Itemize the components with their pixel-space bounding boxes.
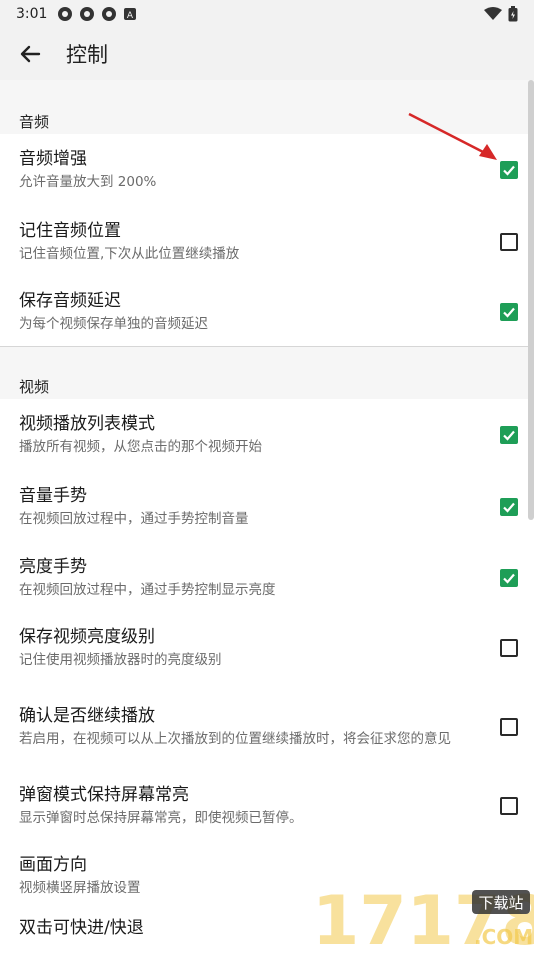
checkmark-icon — [503, 430, 515, 441]
setting-row-remember-audio-position[interactable]: 记住音频位置 记住音频位置,下次从此位置继续播放 — [0, 206, 534, 278]
scrollbar[interactable] — [528, 80, 534, 520]
save-audio-delay-checkbox[interactable] — [500, 303, 518, 321]
checkmark-icon — [503, 502, 515, 513]
checkmark-icon — [503, 573, 515, 584]
annotation-arrow-icon — [408, 112, 497, 160]
setting-row-video-playlist-mode[interactable]: 视频播放列表模式 播放所有视频，从您点击的那个视频开始 — [0, 399, 534, 471]
setting-subtitle: 允许音量放大到 200% — [19, 174, 157, 190]
back-arrow-icon — [20, 45, 41, 63]
setting-row-popup-keep-screen-on[interactable]: 弹窗模式保持屏幕常亮 显示弹窗时总保持屏幕常亮，即使视频已暂停。 — [0, 771, 534, 841]
back-button[interactable] — [0, 28, 60, 80]
setting-title: 保存视频亮度级别 — [19, 627, 155, 647]
setting-title: 保存音频延迟 — [19, 291, 121, 311]
save-brightness-level-checkbox[interactable] — [500, 639, 518, 657]
checkmark-icon — [503, 307, 515, 318]
setting-title: 画面方向 — [19, 855, 87, 875]
svg-text:下载站: 下载站 — [478, 894, 523, 912]
setting-row-save-audio-delay[interactable]: 保存音频延迟 为每个视频保存单独的音频延迟 — [0, 278, 534, 346]
setting-title: 弹窗模式保持屏幕常亮 — [19, 785, 189, 805]
wifi-icon — [484, 7, 502, 20]
setting-subtitle: 在视频回放过程中，通过手势控制显示亮度 — [19, 581, 276, 598]
setting-row-save-brightness-level[interactable]: 保存视频亮度级别 记住使用视频播放器时的亮度级别 — [0, 613, 534, 683]
setting-subtitle: 为每个视频保存单独的音频延迟 — [19, 316, 208, 332]
status-time: 3:01 — [16, 6, 48, 22]
brightness-gesture-checkbox[interactable] — [500, 568, 518, 587]
battery-icon — [508, 6, 518, 22]
popup-keep-screen-on-checkbox[interactable] — [500, 797, 518, 815]
app-notification-icon — [102, 7, 117, 21]
app-toolbar: 控制 — [0, 28, 534, 80]
setting-title: 音量手势 — [19, 485, 87, 506]
app-notification-icon — [58, 7, 73, 21]
svg-text:.COM: .COM — [474, 925, 533, 949]
settings-list: 音频 音频增强 允许音量放大到 200% 记住音频位置 记住音频位置,下次从此位… — [0, 80, 534, 971]
setting-title: 视频播放列表模式 — [19, 414, 155, 434]
volume-gesture-checkbox[interactable] — [500, 497, 518, 516]
setting-subtitle: 显示弹窗时总保持屏幕常亮，即使视频已暂停。 — [19, 810, 303, 826]
video-playlist-mode-checkbox[interactable] — [500, 426, 518, 444]
notification-icons: A — [57, 6, 137, 22]
confirm-resume-checkbox[interactable] — [500, 718, 518, 736]
setting-title: 记住音频位置 — [19, 221, 121, 241]
remember-audio-position-checkbox[interactable] — [500, 233, 518, 251]
page-title: 控制 — [66, 43, 108, 67]
setting-row-brightness-gesture[interactable]: 亮度手势 在视频回放过程中，通过手势控制显示亮度 — [0, 542, 534, 613]
setting-row-confirm-resume[interactable]: 确认是否继续播放 若启用，在视频可以从上次播放到的位置继续播放时，将会征求您的意… — [0, 683, 534, 771]
status-bar: 3:01 A — [0, 0, 534, 28]
setting-title: 亮度手势 — [19, 556, 87, 577]
a-notification-icon: A — [124, 8, 137, 21]
setting-subtitle: 记住使用视频播放器时的亮度级别 — [19, 652, 222, 668]
setting-subtitle: 在视频回放过程中，通过手势控制音量 — [19, 510, 249, 527]
watermark-logo: 17178 下载站 .COM — [308, 878, 534, 961]
watermark-graphic: 17178 下载站 .COM — [312, 882, 534, 961]
svg-text:A: A — [127, 11, 134, 21]
section-header-video: 视频 — [0, 347, 534, 399]
app-notification-icon — [80, 7, 95, 21]
setting-title: 确认是否继续播放 — [19, 706, 155, 726]
setting-subtitle: 若启用，在视频可以从上次播放到的位置继续播放时，将会征求您的意见 — [19, 731, 451, 747]
setting-subtitle: 记住音频位置,下次从此位置继续播放 — [19, 246, 240, 262]
setting-subtitle: 播放所有视频，从您点击的那个视频开始 — [19, 439, 262, 455]
setting-row-volume-gesture[interactable]: 音量手势 在视频回放过程中，通过手势控制音量 — [0, 471, 534, 542]
